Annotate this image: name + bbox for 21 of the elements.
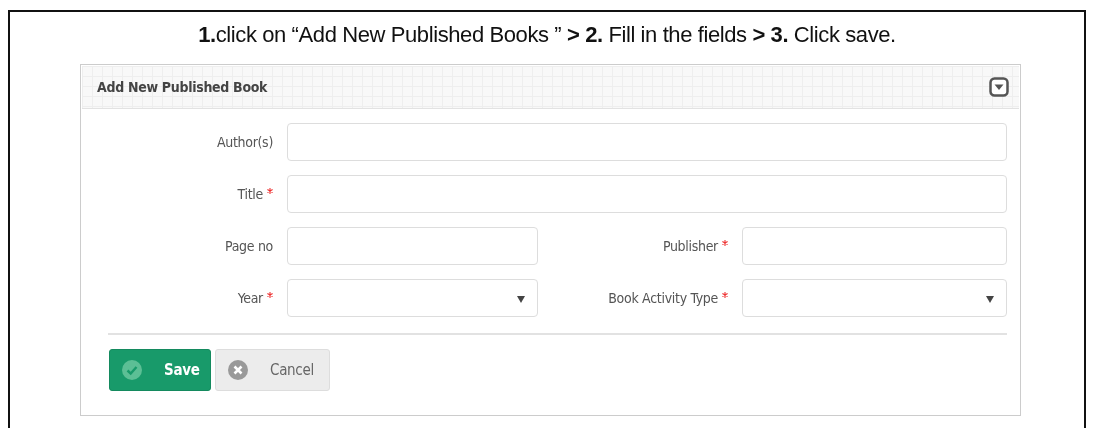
caret-icon <box>986 296 994 303</box>
field-label: Page no <box>224 238 273 254</box>
input-field[interactable] <box>287 123 1007 161</box>
select-field[interactable] <box>287 279 538 317</box>
field-label: Publisher <box>662 238 728 254</box>
field-label: Book Activity Type <box>608 290 728 306</box>
select-field[interactable] <box>742 279 1007 317</box>
close-icon <box>228 360 248 380</box>
field-label: Year <box>237 290 273 306</box>
cancel-button[interactable]: Cancel <box>215 349 330 391</box>
input-field[interactable] <box>287 175 1007 213</box>
field-label: Title <box>237 186 273 202</box>
save-button[interactable]: Save <box>109 349 211 391</box>
check-icon <box>122 360 142 380</box>
panel-title: Add New Published Book <box>97 79 268 95</box>
input-field[interactable] <box>287 227 538 265</box>
field-label: Author(s) <box>216 134 273 150</box>
collapse-icon[interactable] <box>989 77 1009 97</box>
instruction-text: 1.click on “Add New Published Books ” > 2. Fill in the fields > 3. Click save. <box>197 21 897 49</box>
caret-icon <box>517 296 525 303</box>
input-field[interactable] <box>742 227 1007 265</box>
